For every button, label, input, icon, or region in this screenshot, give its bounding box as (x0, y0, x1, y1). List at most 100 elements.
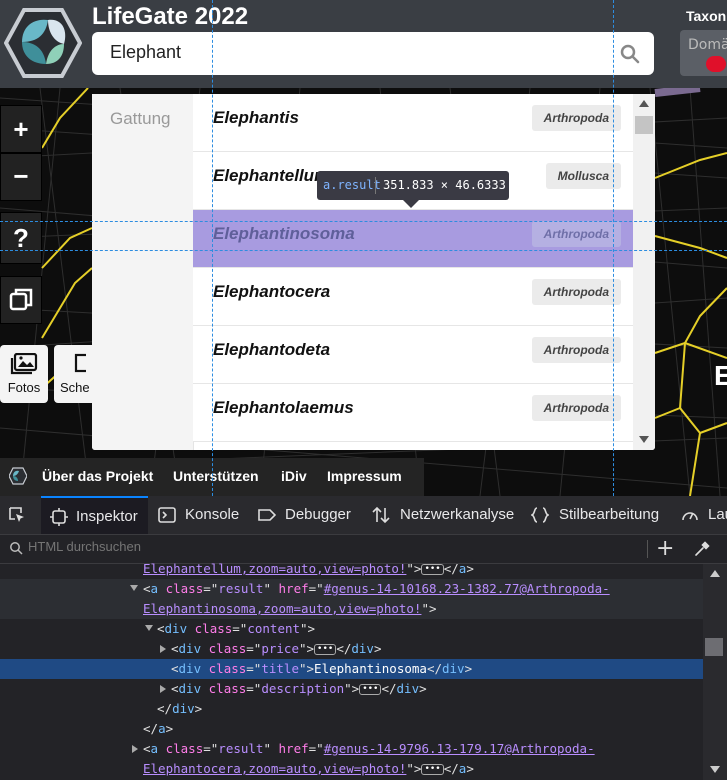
photos-label: Fotos (7, 380, 41, 395)
add-node-icon[interactable]: + (656, 536, 674, 561)
zoom-out-button[interactable]: − (0, 153, 42, 201)
layers-button[interactable] (0, 276, 42, 324)
photo-gallery-icon (10, 352, 38, 375)
map-region-label: E (714, 360, 727, 391)
domain-toggle[interactable] (706, 56, 726, 72)
scheme-view-button[interactable]: Sche (54, 345, 94, 403)
app-viewport: E J LifeGate 2022 Taxon Domä + − ? (0, 0, 727, 496)
result-category: Gattung (92, 94, 194, 450)
element-picker-button[interactable] (8, 496, 34, 534)
tab-label: Konsole (185, 506, 240, 523)
dom-node-continuation: Elephantocera,zoom=auto,view=photo!"> •••… (143, 761, 474, 776)
category-label: Gattung (110, 109, 171, 128)
tab-debugger[interactable]: Debugger (258, 496, 362, 534)
scheme-label: Sche (60, 380, 90, 395)
search-icon (10, 542, 23, 555)
network-arrows-icon (372, 506, 390, 524)
dom-node-close[interactable]: </a> (0, 719, 703, 739)
curly-braces-icon (531, 507, 549, 523)
app-header: LifeGate 2022 Taxon Domä (0, 0, 727, 88)
result-phylum-badge: Arthropoda (531, 105, 621, 131)
lifegate-small-logo-icon (9, 467, 27, 485)
inspector-guide-line (0, 221, 727, 222)
tab-performance[interactable]: Lau (681, 496, 727, 534)
result-phylum-badge: Arthropoda (531, 395, 621, 421)
result-phylum-badge: Mollusca (545, 163, 621, 189)
help-button[interactable]: ? (0, 212, 42, 264)
scheme-icon (74, 353, 94, 373)
dom-tree: Elephantellum,zoom=auto,view=photo!"> •••… (0, 561, 703, 780)
dom-node-result[interactable]: <a class="result" href="#genus-14-9796.1… (0, 739, 703, 759)
tab-network[interactable]: Netzwerkanalyse (372, 496, 522, 534)
ellipsis-icon[interactable]: ••• (421, 764, 444, 775)
scroll-down-arrow-icon[interactable] (710, 766, 720, 773)
scroll-up-arrow-icon[interactable] (710, 570, 720, 577)
result-title: Elephantis (213, 108, 299, 127)
tooltip-divider (375, 177, 376, 194)
tab-inspector[interactable]: Inspektor (41, 496, 148, 534)
tooltip-selector: a.result (323, 178, 381, 192)
dom-node[interactable]: Elephantellum,zoom=auto,view=photo!"> •••… (0, 559, 703, 579)
collapse-twisty-icon[interactable] (160, 645, 166, 653)
ellipsis-icon[interactable]: ••• (421, 564, 444, 575)
debugger-icon (258, 509, 276, 521)
eyedropper-icon[interactable] (694, 541, 710, 557)
inspector-guide-line (0, 250, 727, 251)
href-value[interactable]: Elephantellum,zoom=auto,view=photo! (143, 561, 406, 576)
search-result-highlighted[interactable]: Elephantinosoma Arthropoda (193, 210, 633, 268)
scroll-up-arrow-icon[interactable] (639, 100, 649, 107)
dom-node-content[interactable]: <div class="content"> (0, 619, 703, 639)
tab-console[interactable]: Konsole (158, 496, 248, 534)
result-phylum-badge: Arthropoda (531, 221, 621, 247)
taxon-filter-label: Taxon (686, 8, 727, 24)
footer-link-imprint[interactable]: Impressum (327, 468, 402, 484)
scroll-down-arrow-icon[interactable] (639, 436, 649, 443)
tab-style-editor[interactable]: Stilbearbeitung (531, 496, 671, 534)
dropdown-scrollbar[interactable] (633, 94, 655, 450)
ellipsis-icon[interactable]: ••• (314, 644, 337, 655)
dom-node-title-selected[interactable]: <div class="title">Elephantinosoma</div> (0, 659, 703, 679)
footer-link-support[interactable]: Unterstützen (173, 468, 259, 484)
scroll-thumb[interactable] (705, 638, 723, 656)
copy-layers-icon (9, 288, 33, 311)
zoom-in-button[interactable]: + (0, 105, 42, 153)
search-icon[interactable] (620, 44, 640, 64)
photos-view-button[interactable]: Fotos (0, 345, 48, 403)
ellipsis-icon[interactable]: ••• (359, 684, 382, 695)
dom-tree-scrollbar[interactable] (703, 564, 727, 780)
expand-twisty-icon[interactable] (145, 625, 153, 631)
devtools-tabbar: Inspektor Konsole Debugger Netzwerkanaly… (0, 496, 727, 535)
search-result[interactable]: Elephantodeta Arthropoda (193, 326, 633, 384)
search-result[interactable]: Elephantocera Arthropoda (193, 268, 633, 326)
href-value[interactable]: Elephantocera,zoom=auto,view=photo! (143, 761, 406, 776)
search-result[interactable]: Elephantolaemus Arthropoda (193, 384, 633, 442)
expand-twisty-icon[interactable] (130, 585, 138, 591)
app-title: LifeGate 2022 (92, 3, 249, 30)
href-value[interactable]: #genus-14-9796.13-179.17@Arthropoda- (324, 741, 595, 756)
toolbar-divider (647, 540, 648, 558)
inspector-icon (50, 508, 68, 526)
search-result[interactable]: Elephantis Arthropoda (193, 94, 633, 152)
scroll-thumb[interactable] (635, 116, 653, 134)
dom-node-result[interactable]: <a class="result" href="#genus-14-10168.… (0, 579, 703, 599)
collapse-twisty-icon[interactable] (160, 685, 166, 693)
result-phylum-badge: Arthropoda (531, 279, 621, 305)
dom-node-close[interactable]: </div> (0, 699, 703, 719)
tab-label: Netzwerkanalyse (400, 506, 515, 523)
html-search-input[interactable] (28, 539, 588, 554)
footer-link-idiv[interactable]: iDiv (281, 468, 307, 484)
dom-node-price[interactable]: <div class="price"> ••• </div> (0, 639, 703, 659)
href-value[interactable]: #genus-14-10168.23-1382.77@Arthropoda- (324, 581, 610, 596)
href-value[interactable]: Elephantinosoma,zoom=auto,view=photo! (143, 601, 421, 616)
footer-link-about[interactable]: Über das Projekt (42, 468, 153, 484)
collapse-twisty-icon[interactable] (132, 745, 138, 753)
dom-node-description[interactable]: <div class="description"> ••• </div> (0, 679, 703, 699)
lifegate-logo-icon[interactable] (4, 4, 82, 82)
devtools-panel: Inspektor Konsole Debugger Netzwerkanaly… (0, 496, 727, 780)
search-results-dropdown: Gattung Elephantis Arthropoda Elephantel… (92, 94, 655, 450)
console-icon (158, 507, 176, 523)
tab-label: Lau (708, 506, 727, 523)
result-title: Elephantellum (213, 166, 330, 185)
tooltip-size: 351.833 × 46.6333 (383, 178, 506, 192)
search-input[interactable] (110, 42, 610, 63)
